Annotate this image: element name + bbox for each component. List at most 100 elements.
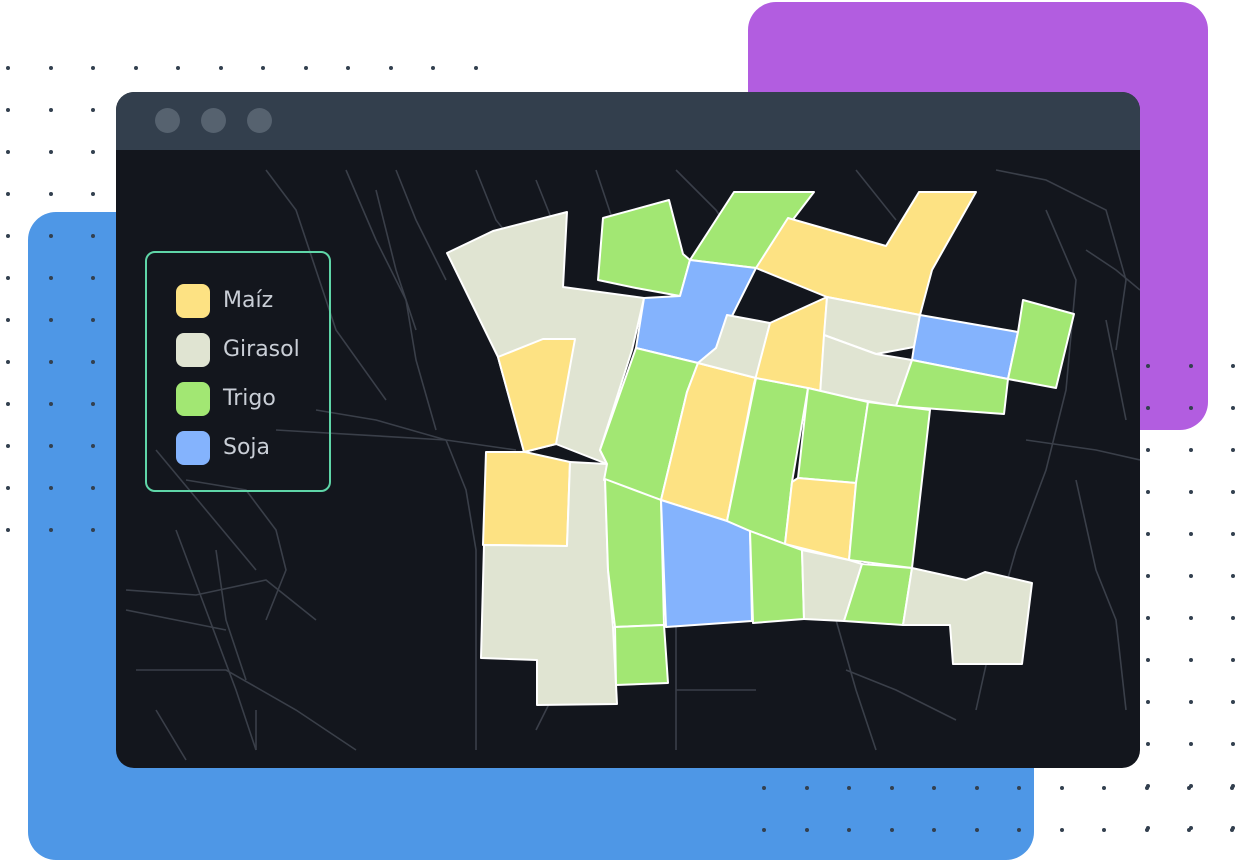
decorative-dot <box>91 108 95 112</box>
decorative-dot <box>1231 658 1235 662</box>
decorative-dot <box>6 108 10 112</box>
decorative-dot <box>1144 828 1149 832</box>
decorative-dot <box>261 66 265 70</box>
decorative-dot <box>48 486 53 490</box>
decorative-dot <box>974 786 979 790</box>
legend-swatch-maiz <box>176 284 210 318</box>
decorative-dot <box>1231 616 1235 620</box>
decorative-dot <box>1229 786 1234 790</box>
street-line <box>835 619 877 751</box>
decorative-dot <box>889 786 894 790</box>
street-line <box>136 669 357 751</box>
street-line <box>845 669 957 721</box>
decorative-dot <box>91 276 95 280</box>
decorative-dot <box>1188 448 1193 452</box>
legend-label-maiz: Maíz <box>223 288 274 313</box>
decorative-dot <box>1188 658 1193 662</box>
decorative-dot <box>176 66 180 70</box>
decorative-dot <box>346 66 350 70</box>
parcel-maiz[interactable] <box>482 451 571 547</box>
legend-swatch-trigo <box>176 382 210 416</box>
decorative-dot <box>6 192 10 196</box>
crop-map[interactable]: Maíz Girasol Trigo Soja <box>116 150 1140 768</box>
crop-parcels <box>446 191 1075 706</box>
decorative-dot <box>762 828 766 832</box>
decorative-dot <box>133 66 138 70</box>
decorative-dot <box>1231 742 1235 746</box>
decorative-dot <box>1231 364 1235 368</box>
street-line <box>185 479 287 621</box>
decorative-dot <box>48 444 53 448</box>
street-line <box>1085 249 1140 291</box>
decorative-dot <box>1231 700 1235 704</box>
browser-window: Maíz Girasol Trigo Soja <box>116 92 1140 768</box>
decorative-dot <box>91 402 95 406</box>
decorative-dot <box>303 66 308 70</box>
street-line <box>375 189 417 331</box>
decorative-dot <box>1146 742 1150 746</box>
street-line <box>1075 479 1127 711</box>
decorative-dot <box>91 192 95 196</box>
decorative-dot <box>804 786 809 790</box>
decorative-dot <box>1188 742 1193 746</box>
decorative-dot <box>6 402 10 406</box>
map-legend: Maíz Girasol Trigo Soja <box>145 251 331 492</box>
decorative-dot <box>1102 828 1106 832</box>
decorative-dot <box>48 318 53 322</box>
street-line <box>855 169 897 221</box>
decorative-dot <box>1231 574 1235 578</box>
decorative-dot <box>1231 490 1235 494</box>
street-line <box>315 409 517 451</box>
decorative-dot <box>847 786 851 790</box>
decorative-dot <box>1187 828 1191 832</box>
decorative-dot <box>48 276 53 280</box>
street-line <box>155 709 187 761</box>
decorative-dot <box>48 150 53 154</box>
decorative-dot <box>1017 828 1021 832</box>
decorative-dot <box>1146 364 1150 368</box>
decorative-dot <box>1231 406 1235 410</box>
decorative-dot <box>48 402 53 406</box>
decorative-dot <box>48 192 53 196</box>
parcel-girasol[interactable] <box>902 567 1033 665</box>
decorative-dot <box>1188 406 1193 410</box>
parcel-trigo[interactable] <box>604 478 665 628</box>
decorative-dot <box>6 360 10 364</box>
decorative-dot <box>1146 616 1150 620</box>
decorative-dot <box>48 234 53 238</box>
decorative-dot <box>1146 658 1150 662</box>
street-line <box>125 609 227 631</box>
parcel-trigo[interactable] <box>597 199 691 297</box>
legend-swatch-soja <box>176 431 210 465</box>
decorative-dot <box>6 528 10 532</box>
window-control-dot[interactable] <box>201 108 226 133</box>
decorative-dot <box>1146 406 1150 410</box>
decorative-dot <box>48 528 53 532</box>
parcel-maiz[interactable] <box>753 296 828 396</box>
legend-swatch-girasol <box>176 333 210 367</box>
parcel-trigo[interactable] <box>614 624 669 686</box>
decorative-dot <box>6 444 10 448</box>
street-line <box>1105 319 1127 421</box>
decorative-dot <box>431 66 435 70</box>
street-line <box>215 549 247 681</box>
decorative-dot <box>6 276 10 280</box>
window-titlebar <box>116 92 1140 150</box>
decorative-dot <box>6 150 10 154</box>
window-control-dot[interactable] <box>247 108 272 133</box>
decorative-dot <box>1017 786 1021 790</box>
decorative-dot <box>1146 448 1150 452</box>
decorative-dot <box>388 66 393 70</box>
decorative-dot <box>889 828 894 832</box>
parcel-trigo[interactable] <box>1007 299 1075 389</box>
decorative-dot <box>1188 700 1193 704</box>
decorative-dot <box>6 486 10 490</box>
decorative-dot <box>1231 532 1235 536</box>
decorative-dot <box>1188 532 1193 536</box>
decorative-dot <box>1144 786 1149 790</box>
window-control-dot[interactable] <box>155 108 180 133</box>
decorative-dot <box>932 786 936 790</box>
street-line <box>445 439 477 750</box>
decorative-dot <box>91 486 95 490</box>
street-line <box>395 169 447 281</box>
